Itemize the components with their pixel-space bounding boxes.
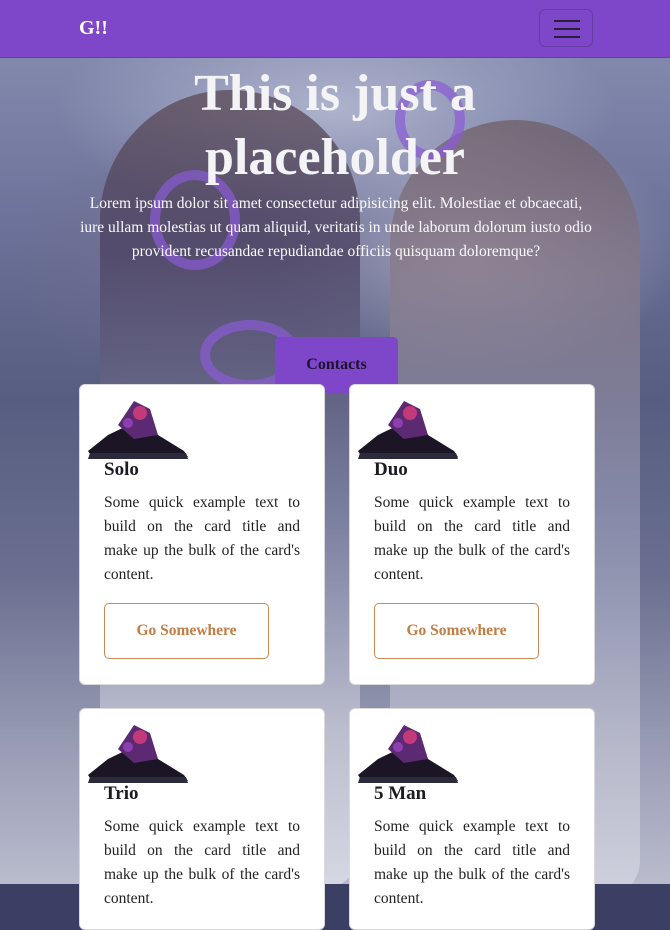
card-thumbnail-image [88, 725, 188, 783]
brand-logo[interactable]: G!! [79, 17, 108, 40]
card-title: 5 Man [374, 783, 427, 804]
card-thumbnail-image [358, 401, 458, 459]
card-text: Some quick example text to build on the … [104, 494, 300, 583]
card-solo: Solo Some quick example text to build on… [79, 384, 325, 685]
card-duo: Duo Some quick example text to build on … [349, 384, 595, 685]
go-somewhere-button[interactable]: Go Somewhere [104, 603, 269, 659]
card-title: Duo [374, 459, 408, 480]
card-thumbnail-image [358, 725, 458, 783]
card-trio: Trio Some quick example text to build on… [79, 708, 325, 930]
card-text: Some quick example text to build on the … [374, 818, 570, 907]
hero-text: Lorem ipsum dolor sit amet consectetur a… [80, 195, 592, 260]
card-text: Some quick example text to build on the … [374, 494, 570, 583]
navbar-toggle-button[interactable] [539, 9, 593, 47]
card-5-man: 5 Man Some quick example text to build o… [349, 708, 595, 930]
card-thumbnail-image [88, 401, 188, 459]
hero-title: This is just a placeholder [194, 65, 476, 186]
card-title: Trio [104, 783, 139, 804]
navbar: G!! [0, 0, 670, 57]
go-somewhere-button[interactable]: Go Somewhere [374, 603, 539, 659]
card-text: Some quick example text to build on the … [104, 818, 300, 907]
card-title: Solo [104, 459, 139, 480]
